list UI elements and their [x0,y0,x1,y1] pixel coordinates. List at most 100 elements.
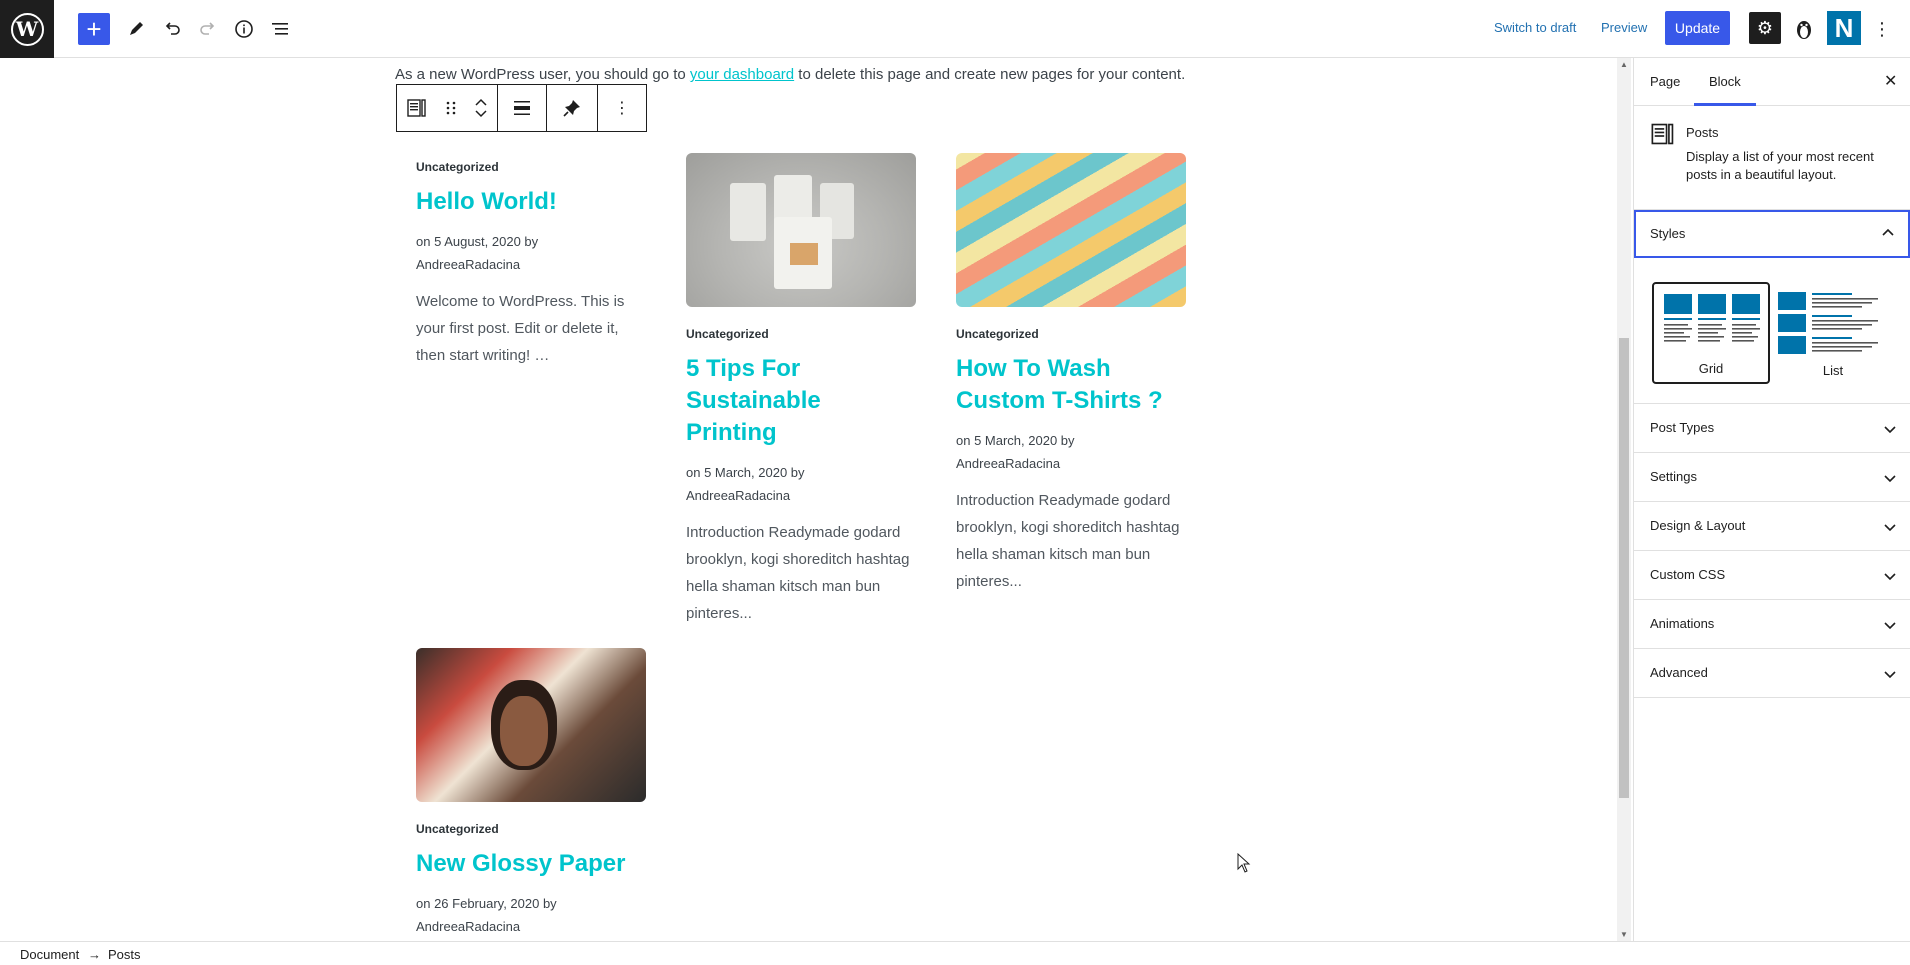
post-title[interactable]: Hello World! [416,186,648,218]
panel-post-types[interactable]: Post Types [1634,404,1910,453]
panel-label: Animations [1650,616,1715,631]
post-date: on 5 August, 2020 by [416,234,539,249]
styles-panel: Grid List [1634,258,1910,404]
pencil-icon [130,22,143,35]
post-date: on 26 February, 2020 by [416,896,557,911]
chevron-down-icon [1884,524,1896,532]
preview-button[interactable]: Preview [1601,20,1647,35]
wordpress-icon: W [10,12,44,46]
scrollbar-thumb[interactable] [1619,338,1629,798]
panel-advanced[interactable]: Advanced [1634,649,1910,698]
details-button[interactable] [228,13,260,45]
gear-icon: ⚙ [1756,17,1774,38]
close-icon: ✕ [1884,73,1898,90]
post-meta: on 5 March, 2020 by AndreeaRadacina [686,461,918,507]
align-full-icon [514,101,530,115]
scroll-up-icon[interactable]: ▲ [1620,60,1628,69]
post-meta: on 5 August, 2020 by AndreeaRadacina [416,230,648,276]
post-title[interactable]: 5 Tips For Sustainable Printing [686,353,918,449]
breadcrumb-posts[interactable]: Posts [108,947,141,962]
post-meta: on 26 February, 2020 by AndreeaRadacina [416,892,648,938]
post-excerpt: Introduction Readymade godard brooklyn, … [956,492,1180,590]
list-view-button[interactable] [264,13,296,45]
post-author[interactable]: AndreeaRadacina [416,253,648,276]
tab-page[interactable]: Page [1650,74,1680,89]
style-grid-option[interactable]: Grid [1652,282,1770,384]
close-sidebar-button[interactable]: ✕ [1884,71,1897,91]
intro-paragraph[interactable]: As a new WordPress user, you should go t… [395,66,1185,83]
align-button[interactable] [498,85,546,131]
info-icon [235,20,253,38]
post-category[interactable]: Uncategorized [416,822,648,836]
chevron-down-icon [1884,622,1896,630]
post-excerpt: Introduction Readymade godard brooklyn, … [686,524,910,622]
styles-panel-toggle[interactable]: Styles [1634,210,1910,258]
move-buttons[interactable] [465,85,497,131]
tab-block[interactable]: Block [1709,74,1741,89]
panel-settings[interactable]: Settings [1634,453,1910,502]
panel-animations[interactable]: Animations [1634,600,1910,649]
block-toolbar: ⋮ [396,84,647,132]
list-style-preview [1778,292,1878,354]
options-button[interactable]: ⋮ [1866,13,1898,45]
styles-label: Styles [1650,226,1686,241]
chevron-down-icon [1884,671,1896,679]
style-list-option[interactable]: List [1774,282,1892,384]
settings-button[interactable]: ⚙ [1749,12,1781,44]
plugin-button[interactable] [1788,13,1820,45]
post-category[interactable]: Uncategorized [956,327,1188,341]
post-title[interactable]: How To Wash Custom T-Shirts ? [956,353,1188,417]
post-title[interactable]: New Glossy Paper [416,848,648,880]
panel-custom-css[interactable]: Custom CSS [1634,551,1910,600]
canvas-scrollbar[interactable]: ▲ ▼ [1617,58,1631,941]
posts-block-icon [407,99,426,117]
post-meta: on 5 March, 2020 by AndreeaRadacina [956,429,1188,475]
scroll-down-icon[interactable]: ▼ [1620,930,1628,939]
post-category[interactable]: Uncategorized [686,327,918,341]
tools-button[interactable] [120,13,152,45]
post-author[interactable]: AndreeaRadacina [686,484,918,507]
drag-handle[interactable] [437,85,465,131]
chevron-down-icon [1884,573,1896,581]
add-block-button[interactable]: + [78,13,110,45]
panel-label: Post Types [1650,420,1715,435]
post-author[interactable]: AndreeaRadacina [416,915,648,938]
editor-canvas: As a new WordPress user, you should go t… [0,58,1626,941]
breadcrumb: Document → Posts [0,941,1910,965]
more-options-button[interactable]: ⋮ [598,85,646,131]
more-vertical-icon: ⋮ [614,100,630,117]
redo-button[interactable] [192,13,224,45]
undo-button[interactable] [156,13,188,45]
panel-label: Custom CSS [1650,567,1726,582]
block-type-button[interactable] [397,85,437,131]
post-date: on 5 March, 2020 by [686,465,805,480]
post-thumbnail[interactable] [686,153,916,307]
block-description: Display a list of your most recent posts… [1686,149,1874,182]
mouse-cursor [1237,852,1251,878]
switch-to-draft-button[interactable]: Switch to draft [1494,20,1576,35]
intro-text: As a new WordPress user, you should go t… [395,66,690,83]
panel-label: Advanced [1650,665,1708,680]
more-vertical-icon: ⋮ [1873,18,1891,39]
grid-style-preview [1664,294,1760,342]
pin-button[interactable] [547,85,597,131]
settings-sidebar: Page Block ✕ Posts Display a list of you… [1633,58,1910,941]
breadcrumb-document[interactable]: Document [20,947,79,962]
neve-logo[interactable]: N [1827,11,1861,45]
post-date: on 5 March, 2020 by [956,433,1075,448]
post-category[interactable]: Uncategorized [416,160,648,174]
chevron-up-icon[interactable] [474,98,488,108]
update-button[interactable]: Update [1665,11,1730,45]
panel-label: Design & Layout [1650,518,1746,533]
chevron-down-icon [1884,475,1896,483]
list-view-icon [272,23,288,35]
penguin-icon [1797,21,1811,39]
chevron-down-icon [1884,426,1896,434]
dashboard-link[interactable]: your dashboard [690,66,794,83]
post-author[interactable]: AndreeaRadacina [956,452,1188,475]
chevron-down-icon[interactable] [474,108,488,118]
wordpress-logo[interactable]: W [0,0,54,58]
post-thumbnail[interactable] [956,153,1186,307]
panel-design-layout[interactable]: Design & Layout [1634,502,1910,551]
post-thumbnail[interactable] [416,648,646,802]
